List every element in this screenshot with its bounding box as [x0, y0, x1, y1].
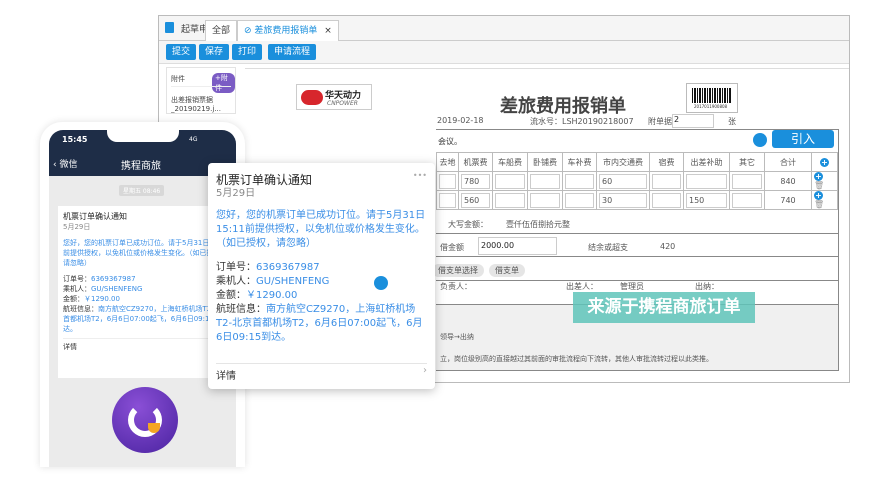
message-date: 5月29日 — [216, 188, 256, 199]
tab-all[interactable]: 全部 — [205, 20, 238, 41]
form-date: 2019-02-18 — [437, 116, 484, 125]
loan-doc-button[interactable]: 借支单 — [489, 264, 525, 277]
local-transport-field[interactable]: 30 — [599, 192, 647, 208]
message-title: 机票订单确认通知 — [216, 173, 313, 187]
toolbar: 提交 保存 打印 申请流程 — [159, 41, 849, 64]
tab-travel-expense[interactable]: ⊘ 差旅费用报销单 × — [237, 20, 339, 41]
tab-bar: 起草申请 全部 ⊘ 差旅费用报销单 × — [159, 16, 849, 41]
table-row: 560 30 150 740 + 🗑 — [436, 190, 838, 210]
close-icon[interactable]: × — [324, 26, 332, 36]
status-time: 15:45 — [62, 135, 88, 144]
detail-link[interactable]: 详情 — [63, 338, 231, 352]
row-total: 840 — [764, 171, 812, 191]
cashier-label: 出纳： — [695, 282, 719, 291]
form-title: 差旅费用报销单 — [500, 96, 626, 117]
add-row-icon[interactable]: + — [820, 157, 829, 167]
signal-indicator: 4G — [189, 136, 198, 143]
reason-text: 会议。 — [438, 137, 462, 146]
order-number: 订单号：6369367987 — [216, 262, 320, 273]
allowance-field[interactable]: 150 — [686, 192, 727, 208]
flight-info: 航班信息：南方航空CZ9270，上海虹桥机场T2-北京首都机场T2，6月6日07… — [216, 304, 423, 343]
print-button[interactable]: 打印 — [232, 44, 263, 60]
attachment-count-field[interactable]: 2 — [672, 114, 714, 128]
add-icon[interactable]: + — [814, 172, 823, 181]
attachment-file[interactable]: 出差报销票据_20190219.j... — [171, 95, 235, 113]
trash-icon[interactable]: 🗑 — [814, 200, 824, 209]
attachment-panel: 附件 +附件 出差报销票据_20190219.j... — [166, 67, 236, 114]
cursor-dot — [753, 133, 767, 147]
amount-in-words: 壹仟伍佰捌拾元整 — [506, 220, 570, 229]
balance-value: 420 — [660, 242, 676, 251]
back-button[interactable]: ‹ 微信 — [53, 157, 77, 170]
traveler-value: 管理员 — [620, 282, 644, 291]
traveler-label: 出差人： — [566, 282, 598, 291]
cursor-dot — [374, 276, 388, 290]
tag-icon: ⊘ — [244, 26, 255, 36]
draft-icon — [165, 22, 174, 33]
company-logo: 华天动力 CNPOWER — [296, 84, 372, 110]
chat-title: 携程商旅 — [121, 161, 161, 172]
airfare-field[interactable]: 780 — [461, 173, 490, 189]
airfare-field[interactable]: 560 — [461, 192, 490, 208]
detail-link[interactable]: 详情 — [216, 367, 236, 382]
source-banner: 来源于携程商旅订单 — [573, 292, 755, 323]
chevron-right-icon: › — [423, 365, 427, 376]
save-button[interactable]: 保存 — [199, 44, 230, 60]
add-icon[interactable]: + — [814, 191, 823, 200]
attachment-title: 附件 — [171, 75, 185, 83]
local-transport-field[interactable]: 60 — [599, 173, 647, 189]
passenger: 乘机人：GU/SHENFENG — [216, 276, 330, 287]
expense-table: 去地 机票费 车船费 卧铺费 车补费 市内交通费 宿费 出差补助 其它 合计 +… — [436, 152, 838, 210]
add-attachment-button[interactable]: +附件 — [212, 73, 235, 93]
loan-select-button[interactable]: 借支单选择 — [432, 264, 484, 277]
barcode: 2017011900808 — [686, 83, 738, 113]
loan-amount-field[interactable]: 2000.00 — [478, 237, 557, 255]
row-total: 740 — [764, 190, 812, 210]
amount: 金额：￥1290.00 — [216, 290, 298, 301]
import-button[interactable]: 引入 — [772, 130, 834, 148]
message-card-enlarged[interactable]: ••• 机票订单确认通知 5月29日 您好，您的机票订单已成功订位。请于5月31… — [208, 163, 435, 389]
ctrip-logo — [112, 387, 178, 453]
manager-label: 负责人： — [440, 282, 472, 291]
message-body: 您好，您的机票订单已成功订位。请于5月31日15:11前提供授权，以免机位或价格… — [216, 210, 426, 249]
submit-button[interactable]: 提交 — [166, 44, 197, 60]
allowance-field[interactable] — [686, 173, 727, 189]
trash-icon[interactable]: 🗑 — [814, 181, 824, 190]
chat-timestamp: 星期五 08:46 — [119, 185, 165, 196]
more-icon[interactable]: ••• — [413, 171, 427, 180]
table-row: 780 60 840 + 🗑 — [436, 171, 838, 191]
notch — [107, 130, 179, 142]
serial-number: 流水号：LSH20190218007 — [530, 117, 634, 126]
flow-button[interactable]: 申请流程 — [268, 44, 317, 60]
